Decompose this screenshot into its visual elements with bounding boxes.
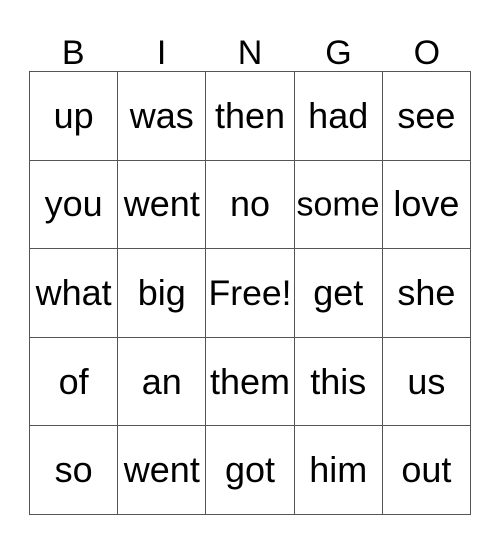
bingo-cell-label: went [123,449,200,491]
bingo-header-letter-b: B [61,34,85,72]
bingo-grid: up was then had see you went no some lov… [29,71,472,515]
bingo-header-letter-g: G [325,34,352,72]
bingo-cell[interactable]: went [118,426,207,515]
bingo-cell[interactable]: him [294,426,383,515]
bingo-cell-label: get [313,271,364,313]
bingo-cell-label: then [214,94,286,136]
bingo-cell[interactable]: what [30,249,119,338]
bingo-cell-label: you [44,183,103,225]
bingo-row: so went got him out [30,426,472,515]
bingo-card: B I N G O up was then had see you went n… [0,0,500,544]
bingo-cell-label: this [310,360,367,402]
bingo-cell-label: what [35,271,112,313]
bingo-cell[interactable]: had [294,72,383,161]
bingo-row: what big Free! get she [30,249,472,338]
bingo-cell[interactable]: up [30,72,119,161]
bingo-cell-label: them [209,360,291,402]
bingo-row: of an them this us [30,337,472,427]
bingo-cell-label: was [129,94,194,136]
bingo-cell[interactable]: us [382,337,472,427]
bingo-header: B I N G O [29,22,471,71]
bingo-cell[interactable]: love [382,160,472,250]
bingo-header-letter-n: N [237,34,263,72]
bingo-cell-label: up [53,94,94,136]
bingo-cell-label: so [54,449,93,491]
bingo-cell[interactable]: so [30,426,119,515]
bingo-cell-label: big [137,271,186,313]
bingo-cell-label: of [58,360,89,402]
bingo-cell[interactable]: you [30,160,119,250]
bingo-cell-label: she [397,271,456,313]
bingo-cell[interactable]: this [294,337,383,427]
bingo-cell[interactable]: get [294,249,383,338]
bingo-cell[interactable]: out [382,426,472,515]
bingo-cell[interactable]: see [382,72,472,161]
bingo-cell[interactable]: some [294,160,383,250]
bingo-cell-label: him [309,449,368,491]
bingo-cell-label: got [224,449,276,491]
bingo-row: up was then had see [30,72,472,161]
bingo-cell-label: see [397,94,456,136]
bingo-cell[interactable]: then [206,72,295,161]
bingo-header-letter-o: O [413,34,441,72]
bingo-cell-label: love [393,183,460,225]
bingo-cell[interactable]: of [30,337,119,427]
bingo-header-letter-i: I [156,34,167,72]
bingo-cell[interactable]: an [118,337,207,427]
bingo-cell-free-space[interactable]: Free! [206,249,295,338]
bingo-cell[interactable]: no [206,160,295,250]
bingo-cell-label: Free! [208,272,292,313]
bingo-cell-label: had [308,94,369,136]
bingo-cell[interactable]: got [206,426,295,515]
bingo-cell-label: us [407,360,446,402]
bingo-cell[interactable]: them [206,337,295,427]
bingo-cell[interactable]: went [118,160,207,250]
bingo-cell-label: went [123,183,200,225]
bingo-cell[interactable]: she [382,249,472,338]
bingo-row: you went no some love [30,160,472,250]
bingo-cell-label: no [229,183,271,225]
bingo-cell-label: some [296,184,380,224]
bingo-cell-label: an [141,360,182,402]
bingo-cell-label: out [401,449,452,491]
bingo-cell[interactable]: was [118,72,207,161]
bingo-cell[interactable]: big [118,249,207,338]
